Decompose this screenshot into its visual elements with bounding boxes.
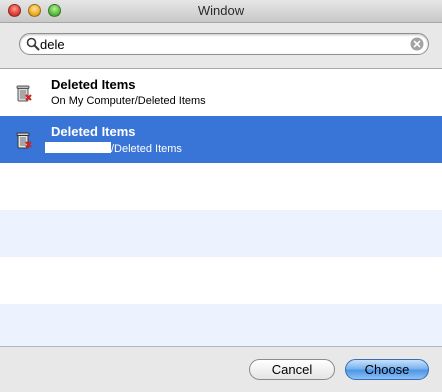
search-icon bbox=[26, 37, 40, 51]
clear-search-icon[interactable] bbox=[410, 37, 424, 51]
redacted-account-name bbox=[45, 142, 111, 153]
folder-path-line: /Deleted Items bbox=[45, 142, 182, 155]
title-bar: Window bbox=[0, 0, 442, 23]
choose-button[interactable]: Choose bbox=[345, 359, 429, 380]
folder-results-list: Deleted Items On My Computer/Deleted Ite… bbox=[0, 69, 442, 346]
button-bar: Cancel Choose bbox=[0, 346, 442, 392]
trash-icon bbox=[16, 85, 32, 102]
search-input[interactable] bbox=[40, 35, 400, 53]
search-field[interactable] bbox=[19, 33, 429, 55]
folder-picker-window: Window dele Deleted Items On My Computer… bbox=[0, 0, 442, 392]
window-title: Window bbox=[197, 3, 245, 18]
empty-row bbox=[0, 210, 442, 257]
empty-row bbox=[0, 163, 442, 210]
empty-row bbox=[0, 257, 442, 304]
search-bar bbox=[0, 23, 442, 69]
folder-path: On My Computer/Deleted Items bbox=[51, 95, 206, 107]
list-item[interactable]: Deleted Items On My Computer/Deleted Ite… bbox=[0, 69, 442, 116]
cancel-button[interactable]: Cancel bbox=[249, 359, 335, 380]
folder-name: Deleted Items bbox=[51, 124, 136, 139]
list-item-selected[interactable]: Deleted Items /Deleted Items bbox=[0, 116, 442, 163]
folder-name: Deleted Items bbox=[51, 77, 136, 92]
empty-row bbox=[0, 304, 442, 346]
trash-icon bbox=[16, 132, 32, 149]
folder-path: /Deleted Items bbox=[111, 143, 182, 155]
